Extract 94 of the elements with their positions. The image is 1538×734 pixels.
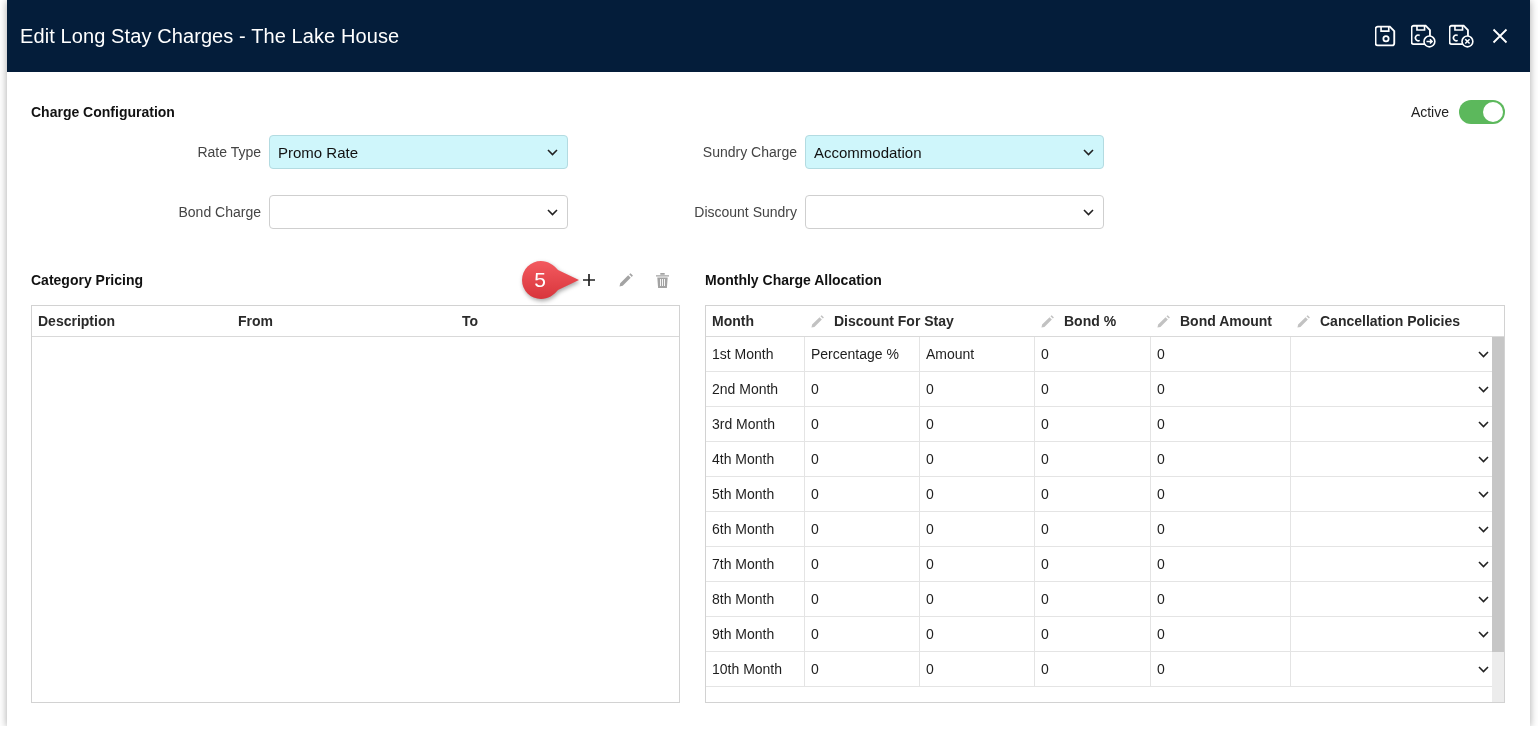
table-cell: 0 [920, 547, 1035, 581]
month-cell: 8th Month [706, 582, 805, 616]
table-cell: 0 [1151, 442, 1291, 476]
table-cell: 0 [805, 372, 920, 406]
table-cell: 0 [920, 442, 1035, 476]
pencil-icon[interactable] [1297, 314, 1310, 328]
table-cell: 0 [1151, 512, 1291, 546]
field-label: Sundry Charge [701, 144, 797, 160]
table-cell: 0 [805, 477, 920, 511]
table-cell: 0 [805, 547, 920, 581]
toggle-label: Active [1410, 104, 1449, 120]
field-label: Rate Type [196, 144, 261, 160]
table-cell: 0 [920, 652, 1035, 686]
column-header: From [238, 313, 273, 329]
chevron-down-icon [1478, 490, 1489, 498]
dropdown-field[interactable]: Accommodation [805, 135, 1104, 169]
chevron-down-icon [1478, 385, 1489, 393]
dropdown-field[interactable]: Promo Rate [269, 135, 568, 169]
month-cell: 9th Month [706, 617, 805, 651]
chevron-down-icon [1083, 208, 1094, 216]
column-header: Cancellation Policies [1320, 313, 1461, 329]
chevron-down-icon [1478, 350, 1489, 358]
table-cell: 0 [1035, 477, 1151, 511]
month-cell: 3rd Month [706, 407, 805, 441]
table-cell: 0 [1151, 582, 1291, 616]
table-cell: 0 [1151, 407, 1291, 441]
field-label: Discount Sundry [693, 204, 797, 220]
table-cell: 0 [1151, 617, 1291, 651]
table-cell: 0 [920, 372, 1035, 406]
table-cell: 0 [920, 617, 1035, 651]
table-cell: 0 [1035, 372, 1151, 406]
chevron-down-icon [1478, 665, 1489, 673]
table-cell: 0 [1035, 337, 1151, 371]
table-cell: 0 [1151, 477, 1291, 511]
table-cell: 0 [1035, 442, 1151, 476]
column-header: Month [712, 313, 754, 329]
table-cell: 0 [1035, 652, 1151, 686]
table-cell: 0 [1035, 617, 1151, 651]
field-label: Bond Charge [177, 204, 261, 220]
plus-icon[interactable] [582, 273, 596, 287]
window-title: Edit Long Stay Charges - The Lake House [20, 24, 400, 48]
chevron-down-icon [1083, 148, 1094, 156]
table-cell: 0 [1151, 372, 1291, 406]
dropdown-field[interactable] [269, 195, 568, 229]
chevron-down-icon [547, 208, 558, 216]
floppy-x-icon[interactable] [1449, 24, 1475, 48]
month-cell: 7th Month [706, 547, 805, 581]
month-cell: 6th Month [706, 512, 805, 546]
column-header: Bond Amount [1180, 313, 1272, 329]
floppy-arrow-icon[interactable] [1411, 24, 1437, 48]
table-cell: 0 [1151, 652, 1291, 686]
table-cell: 0 [920, 407, 1035, 441]
month-cell: 2nd Month [706, 372, 805, 406]
table-cell: 0 [1035, 547, 1151, 581]
month-cell: 1st Month [706, 337, 805, 371]
table-cell: 0 [920, 512, 1035, 546]
active-toggle[interactable] [1459, 100, 1505, 124]
table-cell: 0 [1035, 407, 1151, 441]
column-header: To [462, 313, 479, 329]
dropdown-field[interactable] [805, 195, 1104, 229]
table-cell: 0 [1151, 337, 1291, 371]
table-cell: 0 [1151, 547, 1291, 581]
chevron-down-icon [1478, 560, 1489, 568]
column-header: Discount For Stay [834, 313, 954, 329]
month-cell: 5th Month [706, 477, 805, 511]
table-cell: 0 [920, 582, 1035, 616]
table-cell: 0 [805, 652, 920, 686]
section-title: Category Pricing [31, 272, 144, 288]
pencil-icon[interactable] [1041, 314, 1054, 328]
chevron-down-icon [1478, 595, 1489, 603]
column-header: Description [38, 313, 115, 329]
section-title: Monthly Charge Allocation [705, 272, 882, 288]
chevron-down-icon [1478, 630, 1489, 638]
chevron-down-icon [1478, 455, 1489, 463]
table-cell: 0 [1035, 582, 1151, 616]
month-cell: 10th Month [706, 652, 805, 686]
table-cell: 0 [920, 477, 1035, 511]
table-cell: 0 [805, 582, 920, 616]
pencil-icon[interactable] [811, 314, 824, 328]
table-cell: 0 [1035, 512, 1151, 546]
table-cell: 0 [805, 407, 920, 441]
pencil-icon[interactable] [1157, 314, 1170, 328]
table-cell: 0 [805, 617, 920, 651]
table-cell: 0 [805, 512, 920, 546]
chevron-down-icon [1478, 525, 1489, 533]
table-cell: Percentage % [805, 337, 920, 371]
section-title: Charge Configuration [31, 104, 175, 120]
month-cell: 4th Month [706, 442, 805, 476]
chevron-down-icon [1478, 420, 1489, 428]
column-header: Bond % [1064, 313, 1117, 329]
table-cell: 0 [805, 442, 920, 476]
chevron-down-icon [547, 148, 558, 156]
table-cell: Amount [920, 337, 1035, 371]
close-icon[interactable] [1492, 28, 1508, 44]
